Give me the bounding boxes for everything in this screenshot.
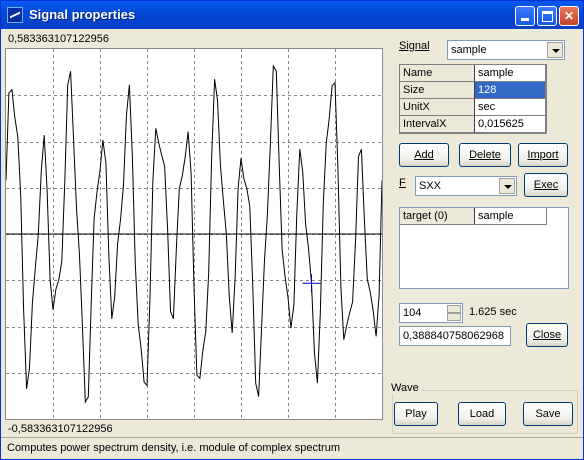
property-key: IntervalX [400,116,475,133]
index-stepper[interactable]: 104 [399,303,463,323]
property-row[interactable]: IntervalX 0,015625 [400,116,546,133]
signal-plot[interactable] [5,48,383,420]
play-button[interactable]: Play [394,402,438,426]
property-value[interactable]: 0,015625 [475,116,546,133]
signal-properties-window: Signal properties ✕ 0,583363107122956 -0… [0,0,584,460]
target-row[interactable]: target (0) sample [400,208,568,225]
maximize-button[interactable] [537,6,557,26]
property-value[interactable]: sec [475,99,546,116]
play-button-label: Play [405,408,427,420]
property-key: Size [400,82,475,99]
index-value: 104 [403,307,422,319]
load-button[interactable]: Load [458,402,506,426]
add-button[interactable]: Add [399,143,449,167]
chevron-down-icon[interactable] [499,178,515,194]
target-key: target (0) [400,208,475,225]
property-row[interactable]: Size 128 [400,82,546,99]
delete-button-label: Delete [469,149,501,161]
chevron-down-icon[interactable] [547,42,563,58]
signal-plot-canvas[interactable] [6,49,382,419]
target-value[interactable]: sample [475,208,547,225]
stepper-down-icon[interactable] [447,313,461,321]
exec-button[interactable]: Exec [524,173,568,197]
property-row[interactable]: Name sample [400,65,546,82]
target-list[interactable]: target (0) sample [399,207,569,289]
property-value-selected[interactable]: 128 [475,82,546,99]
close-window-button[interactable]: ✕ [559,6,579,26]
close-button[interactable]: Close [526,323,568,347]
value-field-text: 0,388840758062968 [403,330,504,342]
signal-label: Signal [399,40,430,52]
app-signal-icon [7,7,23,23]
signal-select-value: sample [451,44,487,56]
function-label: F [399,177,406,189]
import-button-label: Import [527,149,559,161]
stepper-up-icon[interactable] [447,305,461,313]
property-key: UnitX [400,99,475,116]
time-readout: 1.625 sec [469,306,517,318]
function-select[interactable]: SXX [415,176,517,196]
plot-max-value: 0,583363107122956 [8,33,109,45]
value-field[interactable]: 0,388840758062968 [399,326,511,346]
property-key: Name [400,65,475,82]
import-button[interactable]: Import [518,143,568,167]
property-row[interactable]: UnitX sec [400,99,546,116]
save-button-label: Save [535,408,561,420]
cursor-crosshair[interactable] [302,274,321,293]
wave-group-label: Wave [389,382,421,394]
delete-button[interactable]: Delete [459,143,511,167]
minimize-icon [521,18,529,21]
close-button-label: Close [532,329,562,341]
add-button-label: Add [414,149,434,161]
maximize-icon [542,11,553,22]
signal-select[interactable]: sample [447,40,565,60]
properties-grid[interactable]: Name sample Size 128 UnitX sec IntervalX… [399,64,547,134]
status-bar: Computes power spectrum density, i.e. mo… [1,437,583,459]
minimize-button[interactable] [515,6,535,26]
window-title: Signal properties [29,7,136,22]
close-icon: ✕ [563,9,575,23]
save-button[interactable]: Save [523,402,573,426]
plot-min-value: -0,583363107122956 [8,423,113,435]
property-value[interactable]: sample [475,65,546,82]
load-button-label: Load [469,408,495,420]
exec-button-label: Exec [533,179,559,191]
function-select-value: SXX [419,180,442,192]
status-text: Computes power spectrum density, i.e. mo… [7,442,340,454]
title-bar[interactable]: Signal properties ✕ [1,1,583,29]
